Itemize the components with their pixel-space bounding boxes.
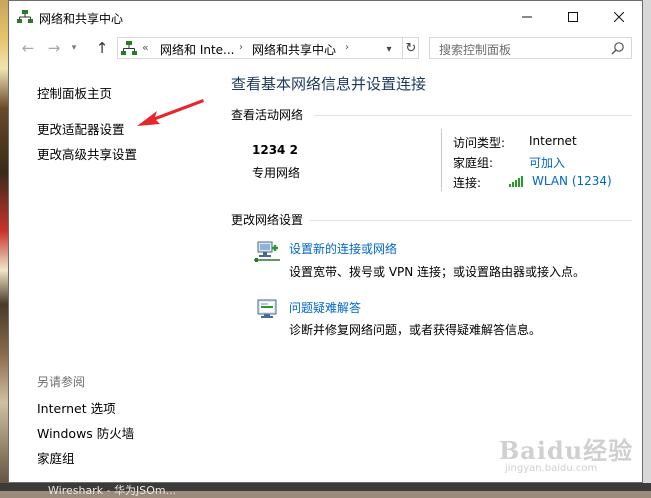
desktop-background — [0, 0, 8, 491]
minimize-icon — [522, 16, 532, 18]
red-arrow-annotation — [137, 99, 204, 126]
page-title: 查看基本网络信息并设置连接 — [231, 75, 427, 93]
back-button[interactable]: ← — [19, 39, 37, 57]
wifi-signal-icon — [509, 176, 523, 187]
network-name: 1234 2 — [252, 143, 298, 157]
breadcrumb-item[interactable]: 网络和共享中心 — [252, 41, 336, 58]
chevron-down-icon: ▾ — [71, 43, 77, 53]
search-placeholder: 搜索控制面板 — [439, 43, 512, 57]
chevron-down-icon: ▾ — [386, 43, 392, 55]
connections-label: 连接: — [453, 176, 482, 190]
access-type-label: 访问类型: — [453, 136, 506, 150]
breadcrumb-separator[interactable]: › — [239, 42, 243, 53]
wlan-connection-link[interactable]: WLAN (1234) — [532, 174, 612, 188]
up-button[interactable]: ↑ — [93, 39, 111, 57]
title-bar[interactable]: 网络和共享中心 — [9, 1, 642, 33]
minimize-button[interactable] — [504, 1, 550, 33]
maximize-button[interactable] — [550, 1, 596, 33]
network-profile-type[interactable]: 专用网络 — [252, 164, 300, 181]
sidebar-item-homegroup[interactable]: 家庭组 — [37, 448, 75, 467]
troubleshoot-problems-description: 诊断并修复网络问题，或者获得疑难解答信息。 — [289, 323, 542, 337]
vertical-divider — [441, 129, 442, 191]
desktop-taskbar-strip: Wireshark - 华为JSOm... — [0, 483, 651, 497]
forward-button[interactable]: → — [45, 39, 63, 57]
setup-new-connection-link[interactable]: 设置新的连接或网络 — [289, 240, 397, 257]
search-input[interactable]: 搜索控制面板 — [429, 37, 632, 59]
recent-locations-button[interactable]: ▾ — [69, 39, 79, 57]
troubleshoot-problems-link[interactable]: 问题疑难解答 — [289, 299, 361, 316]
watermark-brand: Baidu经验 — [499, 436, 634, 465]
section-divider — [309, 220, 632, 221]
network-icon — [17, 10, 33, 23]
network-sharing-center-window: 网络和共享中心 ← → ▾ ↑ « 网络和 Inte... › 网络和共享中心 … — [8, 0, 643, 483]
close-icon — [614, 12, 624, 22]
sidebar-item-advanced-sharing-settings[interactable]: 更改高级共享设置 — [37, 144, 137, 163]
breadcrumb-separator[interactable]: › — [345, 42, 349, 53]
sidebar-item-control-panel-home[interactable]: 控制面板主页 — [37, 83, 112, 102]
address-dropdown-button[interactable]: ▾ — [381, 40, 397, 58]
see-also-heading: 另请参阅 — [37, 375, 86, 389]
new-connection-icon — [254, 241, 280, 262]
arrow-right-icon: → — [47, 39, 61, 57]
background-window-text: Wireshark - 华为JSOm... — [48, 484, 177, 497]
active-networks-heading: 查看活动网络 — [231, 108, 304, 122]
navigation-bar: ← → ▾ ↑ « 网络和 Inte... › 网络和共享中心 › ▾ ↻ 搜索… — [9, 33, 642, 63]
sidebar-item-change-adapter-settings[interactable]: 更改适配器设置 — [37, 119, 125, 138]
maximize-icon — [568, 12, 578, 22]
desktop-background-right — [643, 0, 651, 483]
homegroup-join-link[interactable]: 可加入 — [529, 154, 565, 171]
change-settings-heading: 更改网络设置 — [231, 213, 304, 227]
network-icon — [121, 41, 137, 55]
main-content: 查看基本网络信息并设置连接 查看活动网络 1234 2 专用网络 访问类型: I… — [214, 63, 642, 482]
address-bar[interactable]: « 网络和 Inte... › 网络和共享中心 › ▾ ↻ — [117, 37, 419, 59]
refresh-button[interactable]: ↻ — [402, 38, 419, 58]
window-title: 网络和共享中心 — [39, 12, 124, 26]
section-divider — [314, 115, 632, 116]
refresh-icon: ↻ — [405, 40, 417, 56]
sidebar-item-internet-options[interactable]: Internet 选项 — [37, 398, 116, 417]
arrow-left-icon: ← — [21, 39, 35, 57]
setup-new-connection-description: 设置宽带、拨号或 VPN 连接；或设置路由器或接入点。 — [289, 265, 586, 279]
arrow-up-icon: ↑ — [95, 39, 109, 57]
access-type-value: Internet — [529, 134, 577, 148]
watermark-url: jingyan.baidu.com — [505, 463, 598, 474]
breadcrumb-item[interactable]: 网络和 Inte... — [160, 41, 235, 58]
close-button[interactable] — [596, 1, 642, 33]
homegroup-label: 家庭组: — [453, 156, 494, 170]
sidebar-item-windows-firewall[interactable]: Windows 防火墙 — [37, 423, 134, 442]
breadcrumb-overflow[interactable]: « — [142, 41, 149, 54]
baidu-jingyan-watermark: Baidu经验 jingyan.baidu.com — [499, 431, 639, 481]
search-icon — [611, 42, 624, 55]
troubleshoot-icon — [257, 299, 277, 318]
